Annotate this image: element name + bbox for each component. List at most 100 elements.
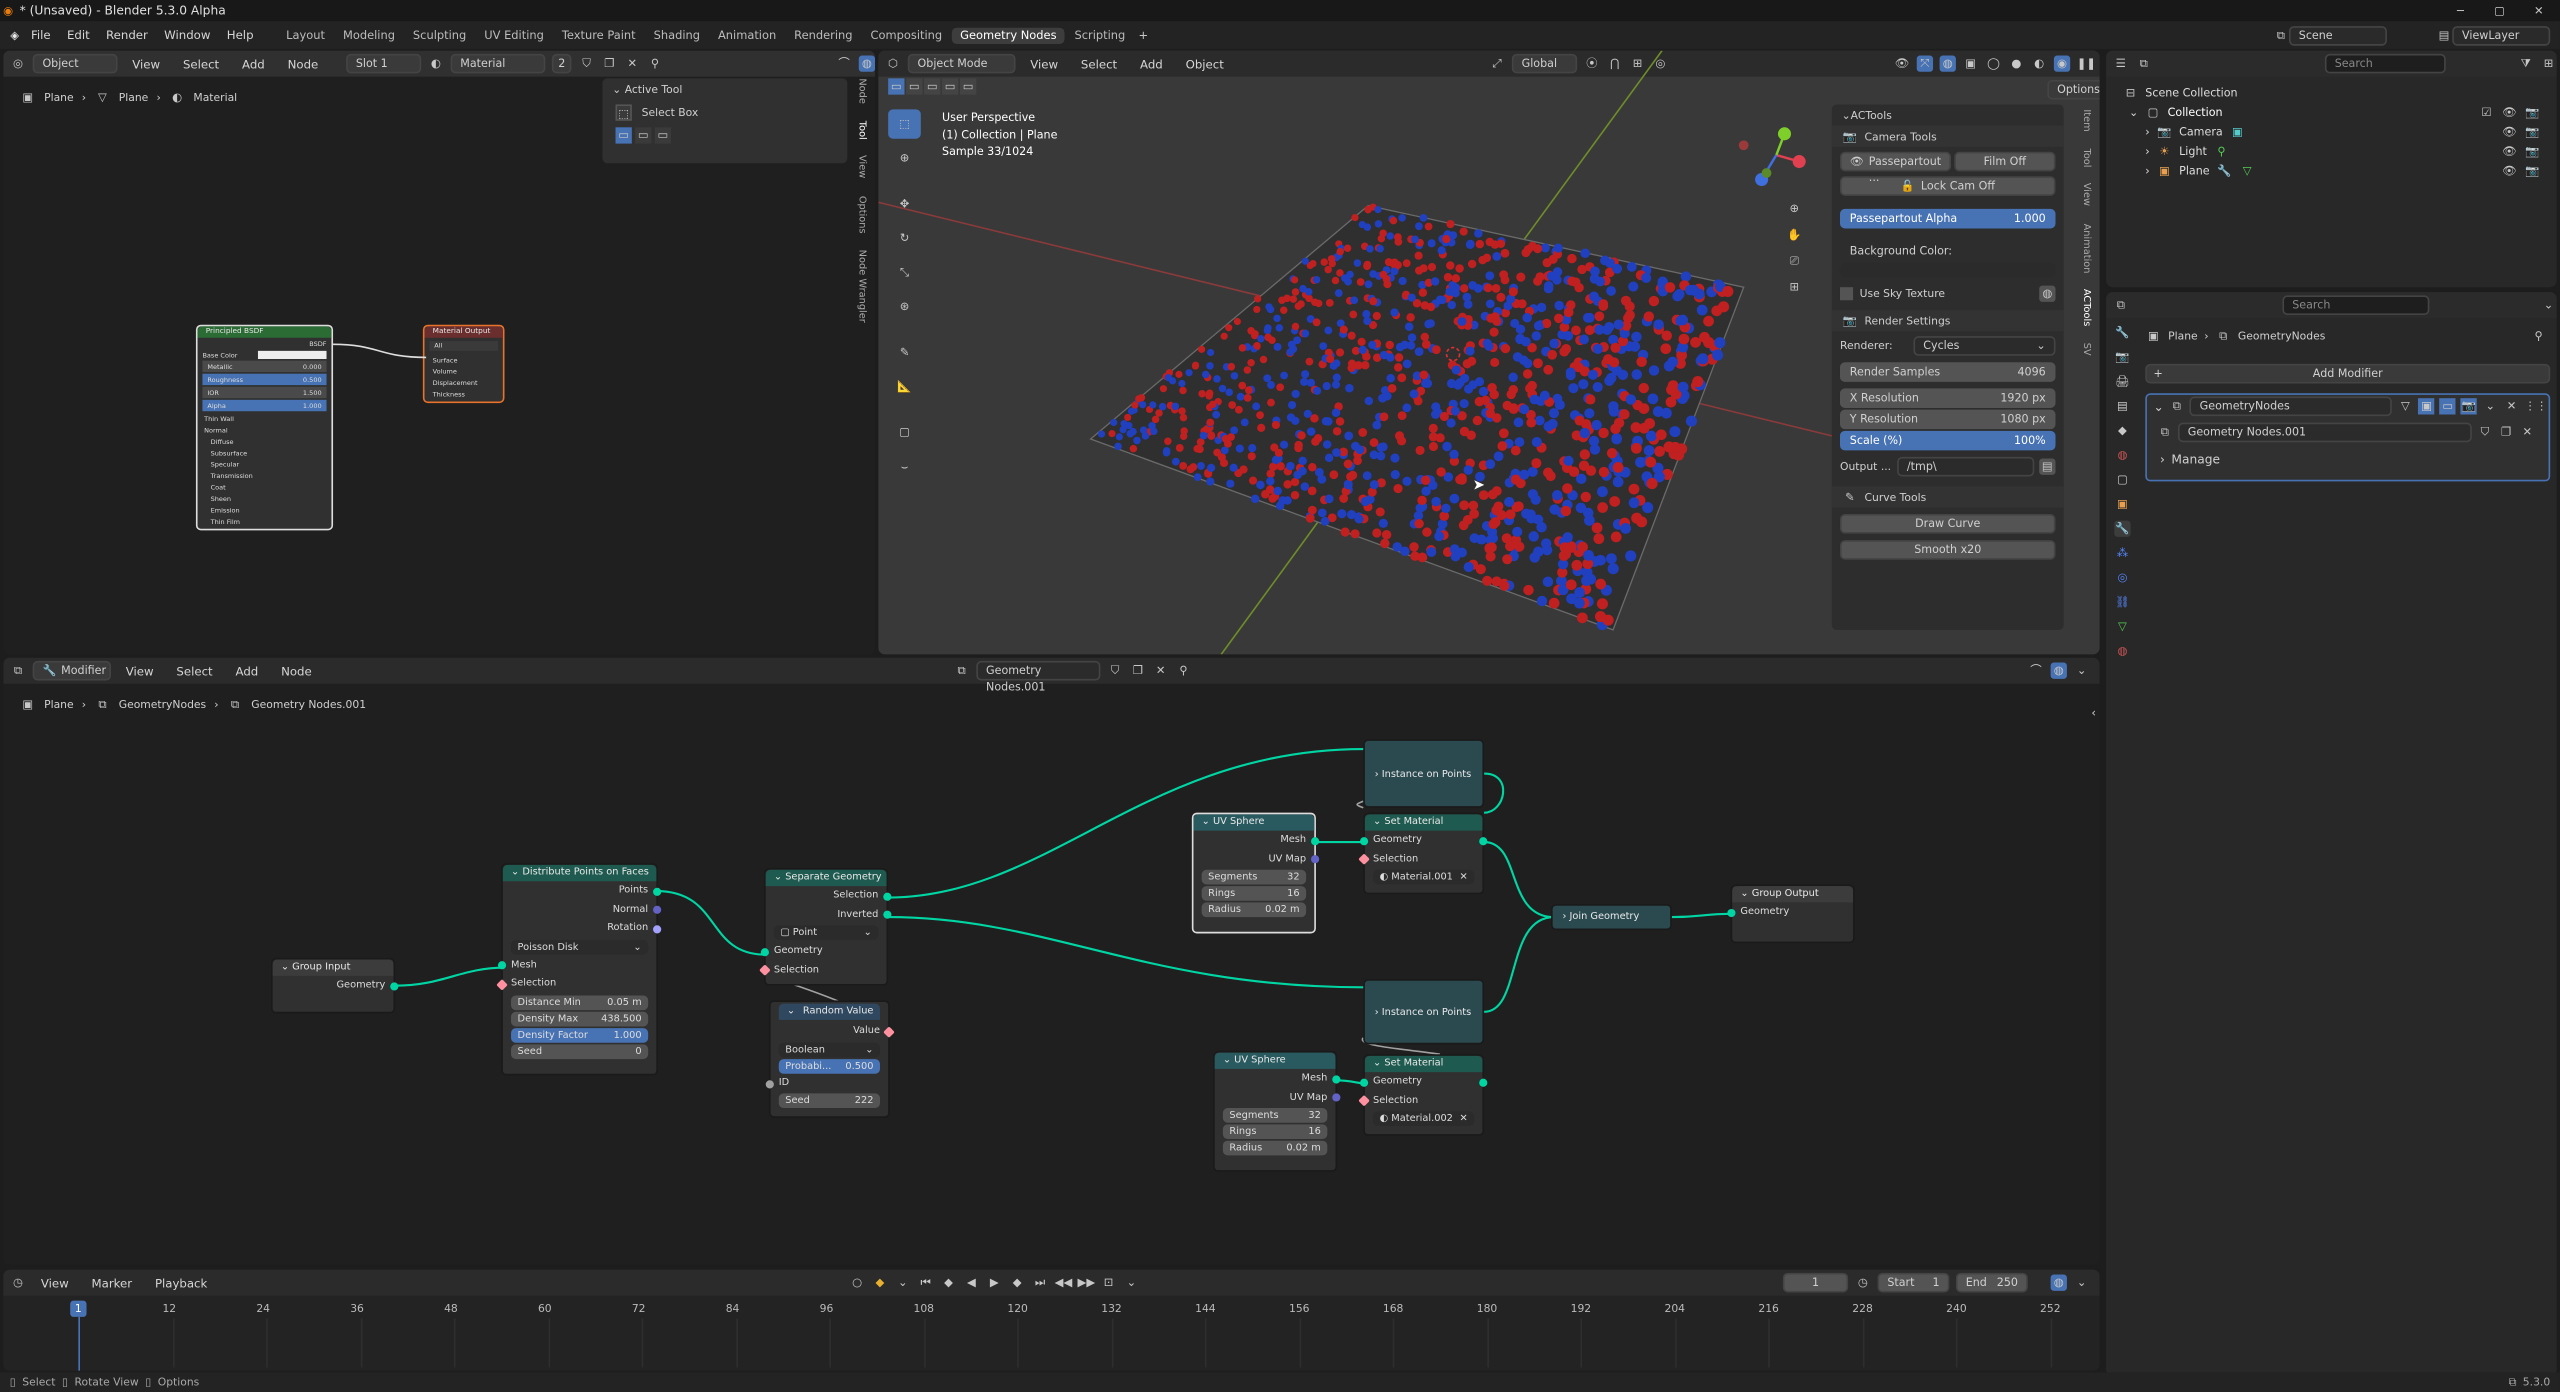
material-002-clear-icon[interactable]: ✕ [1460, 1111, 1468, 1126]
uv-sphere-node-1[interactable]: ⌄ UV Sphere Mesh UV Map Segments 32 Rings… [1191, 812, 1320, 934]
properties-pin-icon[interactable]: ⚲ [2531, 328, 2547, 344]
radius-field-2[interactable]: Radius 0.02 m [1222, 1140, 1328, 1156]
scene-props-icon[interactable]: ◆ [2114, 423, 2130, 439]
socket-geometry-out[interactable] [390, 981, 399, 990]
scene-selector[interactable]: Scene [2288, 25, 2387, 45]
timeline-editor-icon[interactable]: ◷ [10, 1275, 26, 1291]
auto-keying-icon[interactable]: ⊡ [1100, 1275, 1116, 1291]
tab-sv[interactable]: SV [2081, 343, 2092, 356]
separate-geometry-node[interactable]: ⌄ Separate Geometry Selection Inverted ▢… [759, 868, 892, 986]
random-value-node[interactable]: ⌄ Random Value Value Boolean ⌄ Probabi...… [765, 1000, 895, 1118]
camera-view-icon[interactable]: ⎚ [1786, 253, 1802, 269]
socket-mesh-in[interactable] [497, 961, 507, 970]
timeline-menu-view[interactable]: View [33, 1275, 77, 1290]
tab-uv-editing[interactable]: UV Editing [476, 27, 552, 43]
properties-options-icon[interactable]: ⌄ [2540, 297, 2556, 313]
menu-help[interactable]: Help [219, 28, 262, 43]
new-collection-icon[interactable]: ⊞ [2540, 55, 2556, 71]
socket-id-in[interactable] [765, 1080, 774, 1089]
scene-icon[interactable]: ⧉ [2273, 27, 2289, 43]
3d-viewport[interactable]: ⬡ Object Mode View Select Add Object ⤢ G… [878, 50, 2100, 655]
camera-render-icon[interactable]: 📷 [2524, 124, 2540, 140]
group-output-node[interactable]: ⌄ Group Output Geometry [1727, 884, 1855, 944]
material-002-field[interactable]: ◐ Material.002 ✕ [1373, 1111, 1475, 1127]
bg-color-swatch[interactable] [1839, 262, 2056, 278]
fake-user-shield-icon[interactable]: ⛉ [2477, 424, 2493, 440]
collection-eye-icon[interactable]: 👁 [2501, 104, 2517, 120]
start-frame-field[interactable]: Start 1 [1877, 1272, 1950, 1293]
filter-icon[interactable]: ⧩ [2518, 55, 2534, 71]
material-001-field[interactable]: ◐ Material.001 ✕ [1373, 869, 1475, 885]
render-props-icon[interactable]: 📷 [2114, 349, 2130, 365]
use-sky-checkbox[interactable] [1839, 287, 1854, 301]
outliner-item-plane[interactable]: › ▣ Plane 🔧 ▽ 👁 📷 [2122, 162, 2540, 182]
socket-rotation-out[interactable] [653, 924, 662, 933]
tab-animation[interactable]: Animation [710, 27, 785, 43]
ortho-grid-icon[interactable]: ⊞ [1786, 279, 1802, 295]
socket-setmat2-geometry-in[interactable] [1359, 1077, 1369, 1087]
jump-start-icon[interactable]: ⏮ [918, 1275, 934, 1291]
tab-actools[interactable]: ACTools [2081, 289, 2092, 326]
blender-menu-icon[interactable]: ◈ [7, 27, 23, 43]
distribute-points-node[interactable]: ⌄ Distribute Points on Faces Points Norm… [496, 863, 662, 1076]
zoom-icon[interactable]: ⊕ [1786, 201, 1802, 217]
next-key-icon[interactable]: ◆ [1009, 1275, 1025, 1291]
modifier-drag-icon[interactable]: ⋮⋮ [2525, 398, 2548, 414]
add-modifier-button[interactable]: + Add Modifier [2145, 363, 2551, 384]
playhead[interactable]: 1 [70, 1300, 87, 1317]
socket-setmat-geometry-out[interactable] [1479, 836, 1488, 845]
gizmo-neg-y-icon[interactable] [1761, 168, 1772, 178]
clock-icon[interactable]: ◷ [1855, 1275, 1871, 1291]
outliner-item-camera[interactable]: › 📷 Camera ▣ 👁 📷 [2122, 122, 2540, 142]
timeline-overlay-icon[interactable]: ◍ [2050, 1274, 2067, 1291]
add-workspace-icon[interactable]: + [1135, 27, 1151, 43]
manage-subpanel[interactable]: › Manage [2147, 447, 2549, 470]
plane-render-icon[interactable]: 📷 [2524, 163, 2540, 179]
outliner-editor-icon[interactable]: ☰ [2113, 55, 2129, 71]
viewlayer-icon[interactable]: ▤ [2436, 27, 2452, 43]
segments-field-2[interactable]: Segments 32 [1222, 1108, 1328, 1123]
tab-shading[interactable]: Shading [645, 27, 708, 43]
socket-inverted-out[interactable] [883, 910, 892, 919]
film-off-button[interactable]: Film Off [1954, 151, 2056, 172]
x-resolution-field[interactable]: X Resolution 1920 px [1839, 388, 2056, 408]
menu-window[interactable]: Window [156, 28, 219, 43]
tab-compositing[interactable]: Compositing [862, 27, 950, 43]
rings-field[interactable]: Rings 16 [1201, 886, 1307, 901]
output-path-field[interactable]: /tmp\ [1897, 456, 2035, 477]
menu-render[interactable]: Render [98, 28, 156, 43]
cage-icon[interactable]: ▣ [2418, 398, 2435, 415]
join-geometry-node[interactable]: › Join Geometry [1551, 904, 1672, 931]
uv-sphere-node-2[interactable]: ⌄ UV Sphere Mesh UV Map Segments 32 Rings… [1213, 1050, 1341, 1172]
menu-edit[interactable]: Edit [59, 28, 98, 43]
playback-options-icon[interactable]: ⌄ [1123, 1275, 1139, 1291]
instance-on-points-node-1[interactable]: › Instance on Points [1363, 739, 1485, 808]
socket-uvmap-out[interactable] [1311, 855, 1320, 864]
world-icon[interactable]: ◍ [2039, 285, 2056, 302]
collection-props-icon[interactable]: ▢ [2114, 472, 2130, 488]
tab-sculpting[interactable]: Sculpting [405, 27, 475, 43]
random-seed-field[interactable]: Seed 222 [778, 1092, 880, 1108]
distribute-method-dropdown[interactable]: Poisson Disk ⌄ [511, 939, 649, 954]
tab-item[interactable]: Item [2081, 109, 2092, 131]
material-props-icon[interactable]: ◍ [2114, 643, 2130, 659]
timeline-ruler[interactable]: 1 12 24 36 48 60 72 84 96 108 120 132 144 156 168 180 19… [3, 1296, 2061, 1368]
collection-checkbox-icon[interactable]: ☑ [2478, 104, 2494, 120]
minimize-icon[interactable]: ─ [2452, 2, 2468, 18]
modifier-remove-icon[interactable]: ✕ [2503, 398, 2519, 414]
segments-field[interactable]: Segments 32 [1201, 869, 1307, 885]
record-icon[interactable]: ○ [849, 1275, 865, 1291]
current-frame-field[interactable]: 1 [1782, 1272, 1849, 1293]
tab-modeling[interactable]: Modeling [335, 27, 403, 43]
socket-normal-out[interactable] [653, 905, 662, 914]
tool-props-icon[interactable]: 🔧 [2114, 325, 2130, 341]
socket-mesh-out-2[interactable] [1332, 1074, 1341, 1083]
play-icon[interactable]: ▶ [986, 1275, 1002, 1291]
light-render-icon[interactable]: 📷 [2524, 144, 2540, 160]
gizmo-y-icon[interactable] [1777, 127, 1792, 141]
outliner-search[interactable]: Search [2324, 53, 2446, 74]
timeline-overlay-dropdown-icon[interactable]: ⌄ [2073, 1275, 2089, 1291]
radius-field[interactable]: Radius 0.02 m [1201, 902, 1307, 918]
close-icon[interactable]: ✕ [2531, 2, 2547, 18]
output-props-icon[interactable]: 🖨 [2114, 374, 2130, 390]
